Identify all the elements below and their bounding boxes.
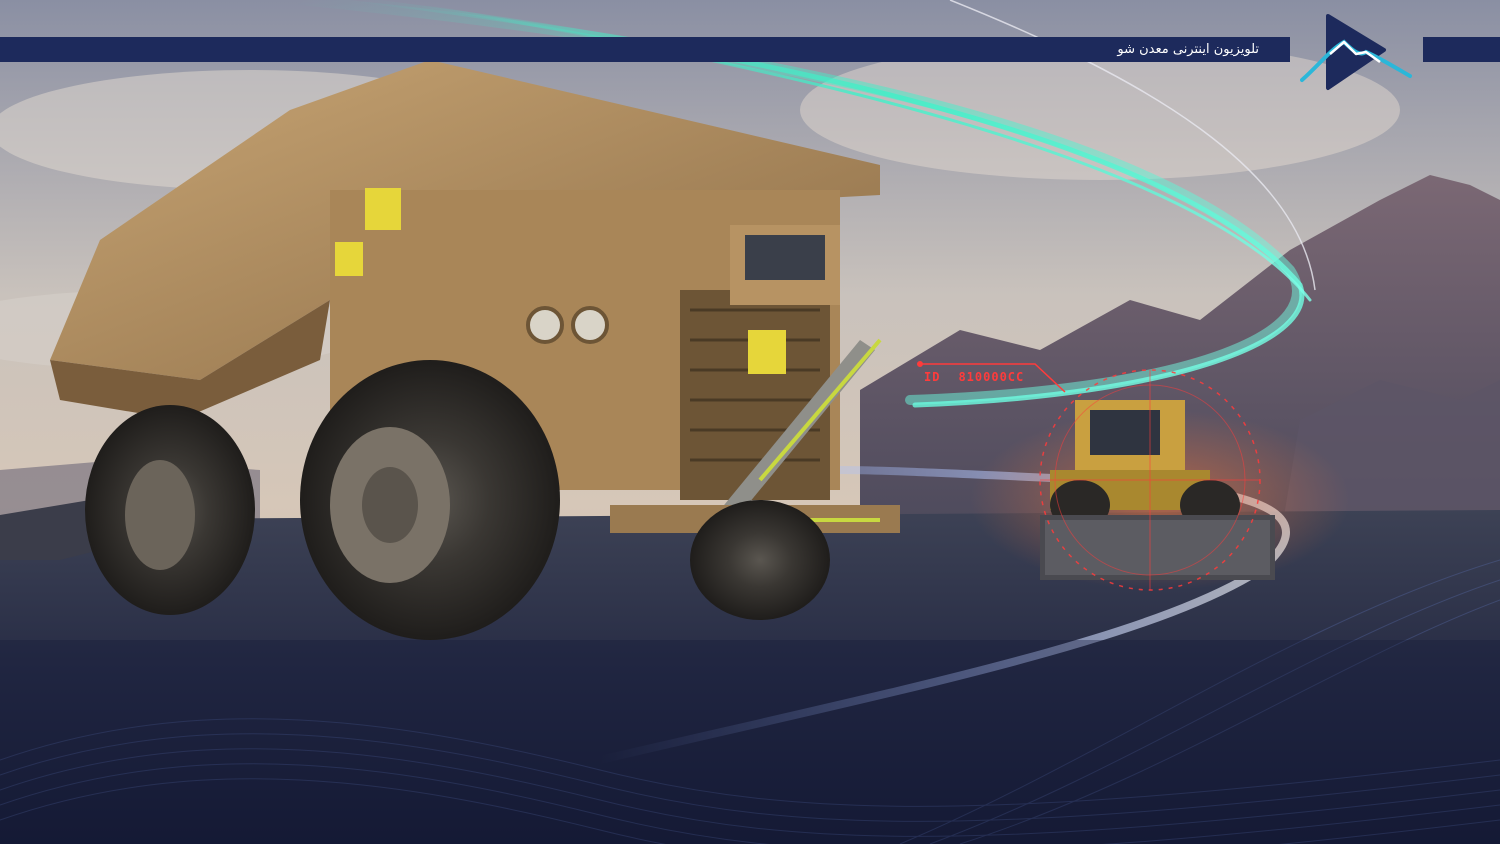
title-banner xyxy=(0,37,1290,62)
target-id-label: ID 810000CC xyxy=(924,370,1042,384)
channel-title: تلویزیون اینترنی معدن شو xyxy=(1117,42,1259,57)
mining-scene xyxy=(0,0,1500,844)
target-id-prefix: ID xyxy=(924,370,941,384)
promo-image: تلویزیون اینترنی معدن شو ID 810000CC xyxy=(0,0,1500,844)
title-banner-end xyxy=(1423,37,1500,62)
channel-logo-icon xyxy=(1300,14,1412,90)
target-id-value: 810000CC xyxy=(958,370,1025,384)
